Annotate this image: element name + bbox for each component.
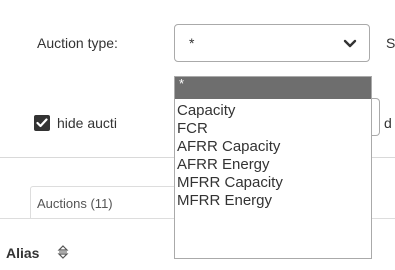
hide-auctions-label: hide aucti [57, 115, 117, 131]
tab-auctions[interactable]: Auctions (11) [30, 186, 177, 219]
dropdown-option[interactable]: AFRR Capacity [175, 138, 371, 156]
dropdown-option[interactable]: MFRR Energy [175, 192, 371, 210]
auction-type-select-value: * [189, 35, 195, 51]
dropdown-option[interactable]: AFRR Energy [175, 156, 371, 174]
tab-auctions-label: Auctions (11) [37, 196, 113, 211]
filter-panel: Auction type: * S hide aucti d Auctions … [0, 0, 395, 270]
sort-icon[interactable] [57, 245, 69, 264]
auction-type-label: Auction type: [37, 35, 118, 51]
auction-type-dropdown: * Capacity FCR AFRR Capacity AFRR Energy… [174, 76, 372, 259]
hide-auctions-checkbox[interactable] [34, 115, 50, 131]
dropdown-option[interactable]: FCR [175, 120, 371, 138]
dropdown-option[interactable]: Capacity [175, 102, 371, 120]
alias-column-header[interactable]: Alias [6, 245, 39, 261]
auction-type-select[interactable]: * [174, 24, 370, 62]
check-icon [36, 118, 48, 128]
dropdown-option[interactable]: MFRR Capacity [175, 174, 371, 192]
chevron-down-icon [343, 37, 357, 56]
dropdown-option[interactable]: * [175, 77, 371, 99]
clipped-filter-label: S [386, 35, 395, 51]
clipped-label: d [384, 115, 392, 131]
